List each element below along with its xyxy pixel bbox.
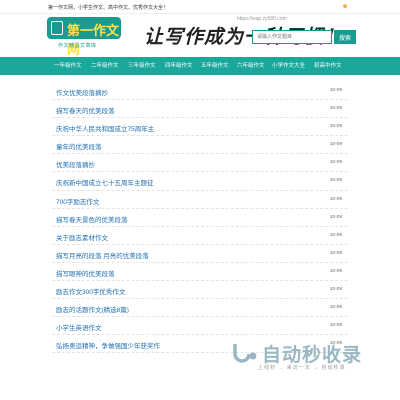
- article-link[interactable]: 弘扬奥运精神，争做强国少年获奖作: [56, 340, 160, 350]
- article-date: 10-09: [329, 268, 342, 274]
- list-item: 描写春天景色的优美段落 10-09: [52, 209, 348, 227]
- nav-item-primary-all[interactable]: 小学作文大全: [272, 57, 305, 75]
- nav-item-grade-1[interactable]: 一年级作文: [54, 57, 82, 75]
- article-date: 10-09: [329, 160, 342, 166]
- list-item: 庆祝新中国成立七十五周年主题征 10-09: [52, 172, 348, 191]
- list-item: 700字励志作文 10-09: [52, 191, 348, 209]
- article-date: 10-09: [329, 250, 342, 256]
- list-item: 描写眼神的优美段落 10-09: [52, 263, 348, 282]
- book-icon: [51, 21, 63, 35]
- star-icon[interactable]: [342, 3, 348, 9]
- nav-item-grade-3[interactable]: 三年级作文: [128, 57, 156, 75]
- article-link[interactable]: 励志的话题作文(精选8篇): [56, 304, 129, 314]
- watermark-overlay: 自动秒收录 上线秒 → 来访一次 → 自动秒录: [230, 338, 390, 384]
- top-bar: 第一作文网，小学生作文、高中作文、优秀作文大全！: [0, 0, 400, 14]
- search-button[interactable]: 搜索: [334, 30, 356, 44]
- article-link[interactable]: 作文优美段落摘抄: [56, 87, 108, 97]
- watermark-text: 自动秒收录: [262, 344, 363, 366]
- article-date: 10-09: [329, 323, 342, 329]
- article-link[interactable]: 700字励志作文: [56, 196, 99, 206]
- article-date: 10-09: [329, 142, 342, 148]
- article-link[interactable]: 描写眼神的优美段落: [56, 268, 115, 278]
- list-item: 关于励志素材作文 10-09: [52, 227, 348, 245]
- article-date: 10-09: [329, 214, 342, 220]
- site-logo[interactable]: 第一作文网 作文精品文章库: [44, 17, 124, 58]
- article-link[interactable]: 关于励志素材作文: [56, 232, 108, 242]
- site-header: 第一作文网 作文精品文章库 让写作成为一种习惯！ https://wap.zy5…: [0, 14, 400, 58]
- list-item: 励志作文300字优秀作文 10-09: [52, 281, 348, 300]
- nav-item-grade-5[interactable]: 五年级作文: [201, 57, 229, 75]
- article-date: 10-09: [329, 232, 342, 238]
- article-link[interactable]: 庆祝新中国成立七十五周年主题征: [56, 177, 154, 187]
- search-box: 搜索: [252, 30, 356, 44]
- nav-item-grade-2[interactable]: 二年级作文: [91, 57, 119, 75]
- article-link[interactable]: 小学生英语作文: [56, 322, 102, 332]
- list-item: 描写春天的优美段落 10-09: [52, 100, 348, 119]
- article-date: 10-09: [329, 305, 342, 311]
- article-date: 10-09: [329, 88, 342, 93]
- list-item: 描写月亮的段落 月亮的优美段落 10-09: [52, 245, 348, 263]
- site-url: https://wap.zy580.com: [237, 16, 287, 22]
- list-item: 优美段落摘抄 10-09: [52, 154, 348, 173]
- article-date: 10-09: [329, 106, 342, 112]
- article-date: 10-09: [329, 124, 342, 130]
- article-link[interactable]: 优美段落摘抄: [56, 159, 95, 169]
- nav-item-middle-high[interactable]: 初高中作文: [314, 57, 342, 75]
- article-list: 作文优美段落摘抄 10-09 描写春天的优美段落 10-09 庆祝中华人民共和国成立…: [52, 82, 348, 354]
- article-link[interactable]: 童年的优美段落: [56, 141, 102, 151]
- list-item: 小学生英语作文 10-09: [52, 317, 348, 336]
- main-nav: 一年级作文 二年级作文 三年级作文 四年级作文 五年级作文 六年级作文 小学作文…: [0, 57, 400, 75]
- article-link[interactable]: 描写春天的优美段落: [56, 105, 115, 115]
- article-link[interactable]: 描写春天景色的优美段落: [56, 214, 128, 224]
- logo-text: 第一作文网: [67, 24, 120, 58]
- watermark-logo-icon: [233, 344, 257, 363]
- list-item: 童年的优美段落 10-09: [52, 136, 348, 155]
- watermark-subtext: 上线秒 → 来访一次 → 自动秒录: [258, 365, 346, 371]
- article-date: 10-09: [329, 178, 342, 184]
- list-item: 庆祝中华人民共和国成立75周年主 10-09: [52, 118, 348, 137]
- article-link[interactable]: 描写月亮的段落 月亮的优美段落: [56, 250, 149, 260]
- nav-item-grade-6[interactable]: 六年级作文: [237, 57, 265, 75]
- site-tagline: 第一作文网，小学生作文、高中作文、优秀作文大全！: [48, 5, 169, 11]
- logo-badge: 第一作文网: [47, 17, 121, 58]
- list-item: 励志的话题作文(精选8篇) 10-09: [52, 299, 348, 318]
- logo-subtitle: 作文精品文章库: [58, 43, 97, 49]
- nav-item-grade-4[interactable]: 四年级作文: [165, 57, 193, 75]
- list-item: 作文优美段落摘抄 10-09: [52, 82, 348, 101]
- search-input[interactable]: [252, 30, 332, 44]
- article-link[interactable]: 庆祝中华人民共和国成立75周年主: [56, 123, 154, 133]
- article-date: 10-09: [329, 287, 342, 293]
- article-link[interactable]: 励志作文300字优秀作文: [56, 286, 125, 296]
- article-date: 10-09: [329, 196, 342, 202]
